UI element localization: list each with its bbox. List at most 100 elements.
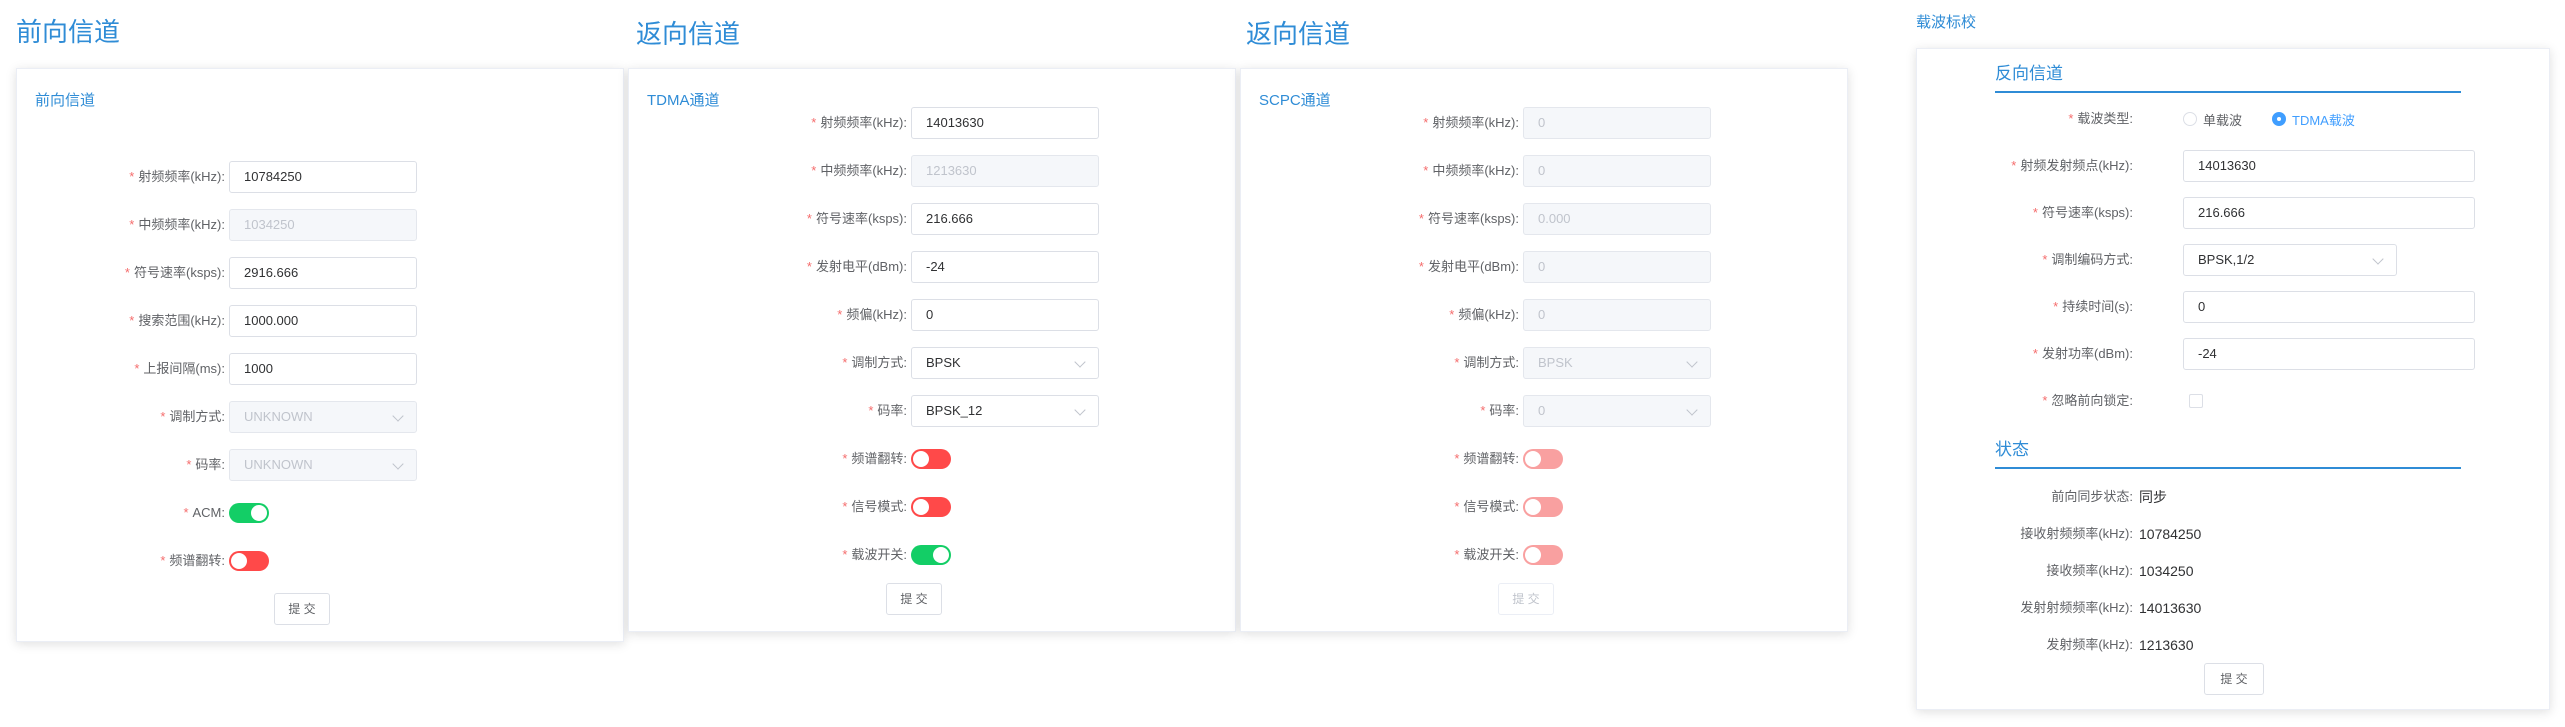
scpc-code-label: * 码率: [1480, 403, 1519, 418]
calib-txpower-input[interactable]: -24 [2183, 338, 2475, 370]
scpc-if-label: * 中频频率(kHz): [1423, 163, 1519, 178]
tdma-symrate-label: * 符号速率(ksps): [806, 211, 907, 226]
fwd-code-select: UNKNOWN [229, 449, 417, 481]
tdma-txlevel-input[interactable]: -24 [911, 251, 1099, 283]
tdma-rf-input[interactable]: 14013630 [911, 107, 1099, 139]
tdma-carrier-switch[interactable] [911, 545, 951, 565]
status-tx-rf-row: 发射射频频率(kHz): 14013630 [1917, 592, 2549, 624]
tdma-rf-row: * 射频频率(kHz): 14013630 [629, 107, 1235, 139]
calib-rf-label: * 射频发射频点(kHz): [2011, 158, 2133, 173]
status-sync-value: 同步 [2139, 489, 2167, 505]
calib-modcode-row: * 调制编码方式: BPSK,1/2 [1917, 244, 2549, 276]
tdma-txlevel-row: * 发射电平(dBm): -24 [629, 251, 1235, 283]
fwd-search-row: * 搜索范围(kHz): 1000.000 [17, 305, 623, 337]
fwd-symrate-label: * 符号速率(ksps): [124, 265, 225, 280]
calib-symrate-input[interactable]: 216.666 [2183, 197, 2475, 229]
return-section-title-1: 返向信道 [636, 19, 741, 49]
radio-single-carrier-label[interactable]: 单载波 [2203, 110, 2242, 129]
calib-submit-button[interactable]: 提 交 [2204, 663, 2264, 695]
fwd-if-label: * 中频频率(kHz): [129, 217, 225, 232]
scpc-txlevel-input: 0 [1523, 251, 1711, 283]
tdma-submit-button[interactable]: 提 交 [886, 583, 942, 615]
calib-duration-label: * 持续时间(s): [2053, 299, 2133, 314]
scpc-offset-row: * 频偏(kHz): 0 [1241, 299, 1847, 331]
calib-ignore-lock-row: * 忽略前向锁定: [1917, 385, 2549, 417]
tdma-code-value: BPSK_12 [926, 403, 983, 418]
tdma-offset-input[interactable]: 0 [911, 299, 1099, 331]
tdma-offset-label: * 频偏(kHz): [837, 307, 907, 322]
scpc-submit-button: 提 交 [1498, 583, 1554, 615]
calib-section-title: 载波标校 [1916, 14, 1977, 31]
tdma-code-label: * 码率: [868, 403, 907, 418]
calib-duration-input[interactable]: 0 [2183, 291, 2475, 323]
scpc-if-input: 0 [1523, 155, 1711, 187]
reverse-channel-heading: 反向信道 [1995, 64, 2063, 83]
status-divider [1995, 467, 2461, 469]
fwd-search-input[interactable]: 1000.000 [229, 305, 417, 337]
tdma-offset-row: * 频偏(kHz): 0 [629, 299, 1235, 331]
tdma-symrate-row: * 符号速率(ksps): 216.666 [629, 203, 1235, 235]
fwd-search-label: * 搜索范围(kHz): [129, 313, 225, 328]
status-tx-rf-label: 发射射频频率(kHz): [2020, 600, 2133, 615]
status-tx-row: 发射频率(kHz): 1213630 [1917, 629, 2549, 661]
fwd-symrate-input[interactable]: 2916.666 [229, 257, 417, 289]
scpc-carrier-label: * 载波开关: [1454, 547, 1519, 562]
tdma-mod-value: BPSK [926, 355, 961, 370]
fwd-acm-label: * ACM: [183, 505, 225, 520]
tdma-signal-row: * 信号模式: [629, 491, 1235, 523]
scpc-mod-row: * 调制方式: BPSK [1241, 347, 1847, 379]
calib-duration-row: * 持续时间(s): 0 [1917, 291, 2549, 323]
tdma-spectrum-switch[interactable] [911, 449, 951, 469]
calib-txpower-row: * 发射功率(dBm): -24 [1917, 338, 2549, 370]
status-rx-row: 接收频率(kHz): 1034250 [1917, 555, 2549, 587]
tdma-mod-label: * 调制方式: [842, 355, 907, 370]
scpc-mod-label: * 调制方式: [1454, 355, 1519, 370]
fwd-code-row: * 码率: UNKNOWN [17, 449, 623, 481]
ignore-lock-checkbox[interactable] [2189, 394, 2203, 408]
tdma-if-row: * 中频频率(kHz): 1213630 [629, 155, 1235, 187]
scpc-signal-switch [1523, 497, 1563, 517]
tdma-card: TDMA通道 * 射频频率(kHz): 14013630 * 中频频率(kHz): … [628, 68, 1236, 632]
calib-symrate-row: * 符号速率(ksps): 216.666 [1917, 197, 2549, 229]
fwd-code-value: UNKNOWN [244, 457, 313, 472]
calib-rf-row: * 射频发射频点(kHz): 14013630 [1917, 150, 2549, 182]
fwd-spectrum-switch[interactable] [229, 551, 269, 571]
status-rx-value: 1034250 [2139, 563, 2194, 579]
fwd-if-input: 1034250 [229, 209, 417, 241]
tdma-if-input: 1213630 [911, 155, 1099, 187]
scpc-spectrum-switch [1523, 449, 1563, 469]
fwd-rf-input[interactable]: 10784250 [229, 161, 417, 193]
forward-section-title: 前向信道 [16, 17, 121, 47]
tdma-code-row: * 码率: BPSK_12 [629, 395, 1235, 427]
fwd-interval-row: * 上报间隔(ms): 1000 [17, 353, 623, 385]
scpc-symrate-input: 0.000 [1523, 203, 1711, 235]
fwd-mod-label: * 调制方式: [160, 409, 225, 424]
status-sync-label: 前向同步状态: [2051, 489, 2133, 504]
tdma-mod-select[interactable]: BPSK [911, 347, 1099, 379]
radio-tdma-carrier-label[interactable]: TDMA载波 [2292, 110, 2355, 129]
fwd-interval-input[interactable]: 1000 [229, 353, 417, 385]
scpc-spectrum-label: * 频谱翻转: [1454, 451, 1519, 466]
fwd-spectrum-label: * 频谱翻转: [160, 553, 225, 568]
fwd-acm-switch[interactable] [229, 503, 269, 523]
tdma-symrate-input[interactable]: 216.666 [911, 203, 1099, 235]
tdma-code-select[interactable]: BPSK_12 [911, 395, 1099, 427]
radio-tdma-carrier[interactable] [2272, 112, 2287, 126]
scpc-txlevel-row: * 发射电平(dBm): 0 [1241, 251, 1847, 283]
scpc-symrate-row: * 符号速率(ksps): 0.000 [1241, 203, 1847, 235]
status-heading: 状态 [1995, 440, 2029, 459]
scpc-offset-label: * 频偏(kHz): [1449, 307, 1519, 322]
fwd-acm-row: * ACM: [17, 497, 623, 529]
calib-card: 反向信道 * 载波类型: 单载波 TDMA载波 * 射频发射频点(kHz): 140… [1916, 48, 2550, 710]
calib-modcode-select[interactable]: BPSK,1/2 [2183, 244, 2397, 276]
chevron-down-icon [392, 410, 404, 422]
radio-single-carrier[interactable] [2183, 112, 2197, 126]
scpc-carrier-row: * 载波开关: [1241, 539, 1847, 571]
calib-symrate-label: * 符号速率(ksps): [2032, 205, 2133, 220]
scpc-rf-label: * 射频频率(kHz): [1423, 115, 1519, 130]
fwd-submit-button[interactable]: 提 交 [274, 593, 330, 625]
tdma-signal-switch[interactable] [911, 497, 951, 517]
calib-rf-input[interactable]: 14013630 [2183, 150, 2475, 182]
status-rx-label: 接收频率(kHz): [2046, 563, 2133, 578]
fwd-rf-label: * 射频频率(kHz): [129, 169, 225, 184]
